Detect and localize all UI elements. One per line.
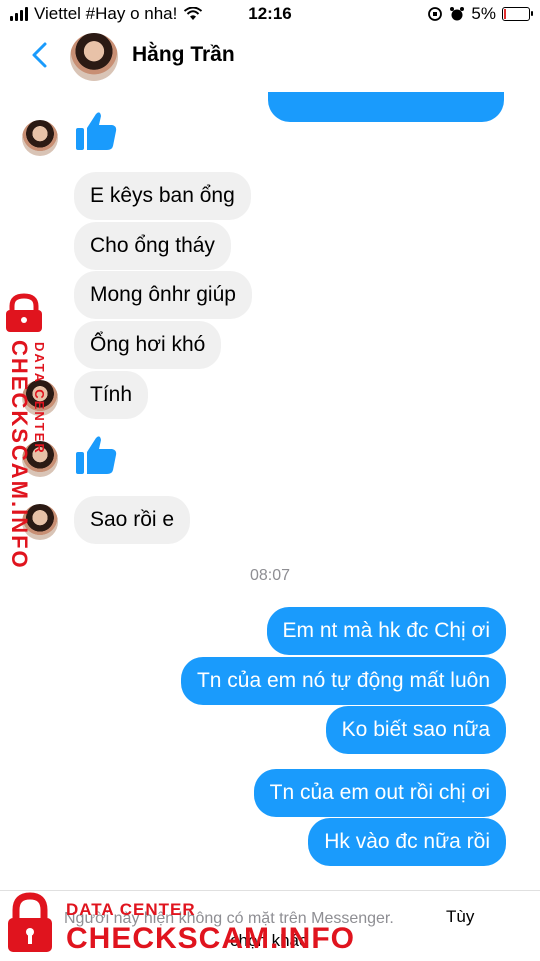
more-options-link[interactable]: Tùy (446, 907, 474, 927)
chevron-left-icon[interactable] (26, 40, 56, 70)
outgoing-bubble-partial (268, 92, 504, 122)
watermark-brand-vertical: CHECKSCAM.INFO (7, 340, 32, 570)
battery-percent: 5% (471, 4, 496, 23)
watermark-tag-vertical: DATA CENTER (32, 342, 47, 455)
alarm-icon (450, 7, 465, 21)
message-timestamp: 08:07 (249, 567, 291, 584)
incoming-message[interactable]: Tính (74, 371, 149, 419)
watermark-lock-icon (6, 293, 42, 332)
outgoing-message[interactable]: Hk vào đc nữa rồi (308, 818, 506, 866)
incoming-message[interactable]: Mong ônhr giúp (74, 271, 252, 319)
outgoing-message[interactable]: Em nt mà hk đc Chị ơi (266, 607, 506, 655)
incoming-message[interactable]: Cho ổng tháy (74, 222, 231, 270)
like-icon (76, 112, 117, 150)
watermark-tag: DATA CENTER (66, 900, 196, 919)
watermark-lock-icon (8, 892, 52, 952)
status-right: 5% (427, 4, 533, 24)
incoming-message[interactable]: Ổng hơi khó (74, 321, 222, 369)
like-icon (76, 436, 117, 474)
orientation-lock-icon (428, 7, 443, 21)
outgoing-message[interactable]: Tn của em nó tự động mất luôn (180, 657, 506, 705)
contact-avatar[interactable] (70, 33, 118, 81)
outgoing-message[interactable]: Ko biết sao nữa (325, 706, 506, 754)
battery-icon (502, 7, 533, 21)
conversation-header: Hằng Trần (0, 30, 540, 122)
status-bar: Viettel #Hay o nha! 12:16 5% (0, 0, 540, 30)
incoming-message[interactable]: Sao rồi e (74, 496, 191, 544)
outgoing-message[interactable]: Tn của em out rồi chị ơi (253, 769, 506, 817)
contact-name[interactable]: Hằng Trần (132, 43, 235, 67)
incoming-message[interactable]: E kêys ban ổng (74, 172, 251, 220)
contact-avatar-small (22, 120, 58, 156)
watermark-brand: CHECKSCAM.INFO (66, 922, 355, 955)
